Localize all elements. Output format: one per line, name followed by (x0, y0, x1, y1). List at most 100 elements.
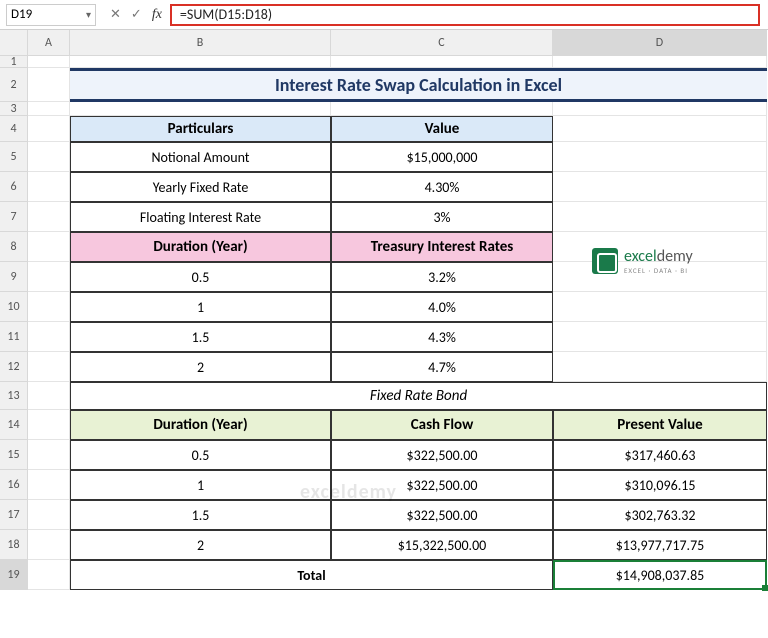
row-header-11[interactable]: 11 (0, 322, 28, 352)
formula-bar-icons: ✕ ✓ fx (102, 7, 170, 23)
cell-d6[interactable] (553, 172, 767, 202)
cell-a13[interactable] (28, 382, 70, 410)
row-header-4[interactable]: 4 (0, 116, 28, 142)
row-header-17[interactable]: 17 (0, 500, 28, 530)
row-header-9[interactable]: 9 (0, 262, 28, 292)
cell-a16[interactable] (28, 470, 70, 500)
bond-d-1: 1 (70, 470, 331, 500)
row-header-19[interactable]: 19 (0, 560, 28, 590)
col-header-d[interactable]: D (553, 30, 767, 56)
chevron-down-icon[interactable]: ▾ (86, 8, 91, 21)
cell-a17[interactable] (28, 500, 70, 530)
formula-text: =SUM(D15:D18) (180, 6, 272, 23)
row-header-1[interactable]: 1 (0, 56, 28, 68)
bond-d-0: 0.5 (70, 440, 331, 470)
param-label-0: Notional Amount (70, 142, 331, 172)
cell-a10[interactable] (28, 292, 70, 322)
cell-a14[interactable] (28, 410, 70, 440)
cell-a6[interactable] (28, 172, 70, 202)
row-header-14[interactable]: 14 (0, 410, 28, 440)
name-box[interactable]: D19 ▾ (6, 4, 96, 26)
treasury-d-1: 1 (70, 292, 331, 322)
header-duration: Duration (Year) (70, 232, 331, 262)
col-header-a[interactable]: A (28, 30, 70, 56)
row-header-16[interactable]: 16 (0, 470, 28, 500)
cell-d3[interactable] (553, 102, 767, 116)
section-header: Fixed Rate Bond (70, 382, 767, 410)
brand-logo-subtitle: EXCEL · DATA · BI (624, 267, 693, 274)
row-header-15[interactable]: 15 (0, 440, 28, 470)
param-val-0: $15,000,000 (331, 142, 553, 172)
formula-bar: D19 ▾ ✕ ✓ fx =SUM(D15:D18) (0, 0, 768, 30)
treasury-r-1: 4.0% (331, 292, 553, 322)
cell-d1[interactable] (553, 56, 767, 68)
page-title: Interest Rate Swap Calculation in Excel (70, 68, 767, 102)
param-label-2: Floating Interest Rate (70, 202, 331, 232)
param-val-2: 3% (331, 202, 553, 232)
cell-c3[interactable] (331, 102, 553, 116)
cell-a2[interactable] (28, 68, 70, 102)
row-header-3[interactable]: 3 (0, 102, 28, 116)
cancel-icon[interactable]: ✕ (110, 7, 121, 22)
row-header-13[interactable]: 13 (0, 382, 28, 410)
enter-icon[interactable]: ✓ (131, 7, 142, 22)
treasury-r-2: 4.3% (331, 322, 553, 352)
row-header-5[interactable]: 5 (0, 142, 28, 172)
cell-b3[interactable] (70, 102, 331, 116)
cell-a9[interactable] (28, 262, 70, 292)
cell-d5[interactable] (553, 142, 767, 172)
header-value: Value (331, 116, 553, 142)
row-header-6[interactable]: 6 (0, 172, 28, 202)
bond-pv-2: $302,763.32 (553, 500, 767, 530)
cell-a4[interactable] (28, 116, 70, 142)
cell-a12[interactable] (28, 352, 70, 382)
cell-d4[interactable] (553, 116, 767, 142)
cell-a18[interactable] (28, 530, 70, 560)
treasury-r-0: 3.2% (331, 262, 553, 292)
bond-pv-1: $310,096.15 (553, 470, 767, 500)
cell-d7[interactable] (553, 202, 767, 232)
cell-d10[interactable] (553, 292, 767, 322)
total-label: Total (70, 560, 553, 590)
total-value-cell[interactable]: $14,908,037.85 (553, 560, 767, 590)
fx-icon[interactable]: fx (152, 7, 162, 23)
header-cashflow: Cash Flow (331, 410, 553, 440)
cell-a15[interactable] (28, 440, 70, 470)
name-box-value: D19 (11, 7, 32, 22)
header-pv: Present Value (553, 410, 767, 440)
col-header-c[interactable]: C (331, 30, 553, 56)
row-header-18[interactable]: 18 (0, 530, 28, 560)
cell-b1[interactable] (70, 56, 331, 68)
bond-cf-1: $322,500.00 (331, 470, 553, 500)
row-header-12[interactable]: 12 (0, 352, 28, 382)
cell-a5[interactable] (28, 142, 70, 172)
row-header-7[interactable]: 7 (0, 202, 28, 232)
cell-a8[interactable] (28, 232, 70, 262)
row-header-2[interactable]: 2 (0, 68, 28, 102)
param-val-1: 4.30% (331, 172, 553, 202)
brand-logo-text: exceldemy (624, 249, 693, 265)
cell-d12[interactable] (553, 352, 767, 382)
cell-c1[interactable] (331, 56, 553, 68)
cell-a19[interactable] (28, 560, 70, 590)
bond-cf-2: $322,500.00 (331, 500, 553, 530)
brand-logo-icon (592, 248, 618, 274)
row-header-10[interactable]: 10 (0, 292, 28, 322)
cell-a1[interactable] (28, 56, 70, 68)
row-header-8[interactable]: 8 (0, 232, 28, 262)
cell-a7[interactable] (28, 202, 70, 232)
select-all-corner[interactable] (0, 30, 28, 56)
treasury-r-3: 4.7% (331, 352, 553, 382)
bond-cf-3: $15,322,500.00 (331, 530, 553, 560)
cell-a11[interactable] (28, 322, 70, 352)
treasury-d-2: 1.5 (70, 322, 331, 352)
formula-input[interactable]: =SUM(D15:D18) (170, 4, 760, 26)
treasury-d-0: 0.5 (70, 262, 331, 292)
cell-a3[interactable] (28, 102, 70, 116)
header-particulars: Particulars (70, 116, 331, 142)
bond-pv-3: $13,977,717.75 (553, 530, 767, 560)
bond-d-3: 2 (70, 530, 331, 560)
bond-d-2: 1.5 (70, 500, 331, 530)
cell-d11[interactable] (553, 322, 767, 352)
col-header-b[interactable]: B (70, 30, 331, 56)
